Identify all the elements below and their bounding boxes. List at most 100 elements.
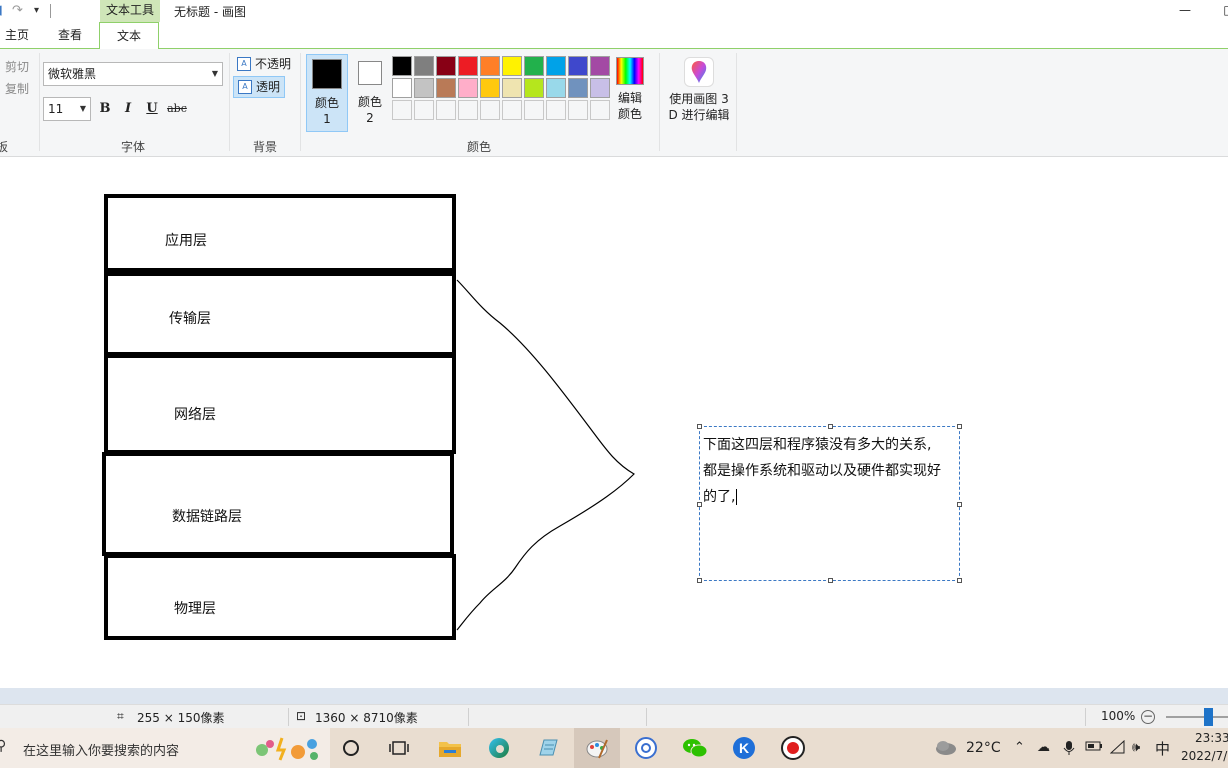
transparent-option[interactable]: A 透明 (233, 76, 286, 98)
resize-handle[interactable] (697, 502, 702, 507)
color-swatch[interactable] (590, 100, 610, 120)
resize-handle[interactable] (957, 502, 962, 507)
weather-icon[interactable] (934, 738, 958, 760)
color-swatch[interactable] (590, 56, 610, 76)
onedrive-icon[interactable]: ☁ (1037, 740, 1050, 755)
color-swatch[interactable] (546, 56, 566, 76)
battery-icon[interactable] (1085, 740, 1103, 756)
maximize-button[interactable]: □ (1214, 0, 1228, 22)
strikethrough-button[interactable]: abc (166, 99, 188, 119)
resize-handle[interactable] (697, 578, 702, 583)
weather-temperature[interactable]: 22°C (966, 740, 1001, 756)
resize-handle[interactable] (828, 424, 833, 429)
color-swatch[interactable] (568, 100, 588, 120)
edge-browser-icon[interactable] (486, 736, 512, 760)
color-swatch[interactable] (568, 56, 588, 76)
text-line: 下面这四层和程序猿没有多大的关系, (703, 437, 932, 453)
color-swatch[interactable] (458, 78, 478, 98)
font-family-dropdown[interactable]: 微软雅黑 ▼ (43, 62, 223, 86)
ime-indicator[interactable]: 中 (1155, 738, 1170, 759)
zoom-slider-thumb[interactable] (1204, 708, 1213, 726)
edit-colors-button[interactable]: 编辑颜色 (616, 57, 646, 122)
color-swatch[interactable] (458, 100, 478, 120)
color-swatch[interactable] (590, 78, 610, 98)
resize-handle[interactable] (957, 424, 962, 429)
color-swatch[interactable] (414, 100, 434, 120)
color-swatch[interactable] (414, 78, 434, 98)
color-swatch[interactable] (480, 78, 500, 98)
zoom-out-button[interactable]: − (1141, 710, 1155, 724)
color-swatch[interactable] (524, 100, 544, 120)
chevron-up-icon[interactable]: ⌃ (1014, 740, 1025, 755)
text-input-box[interactable]: 下面这四层和程序猿没有多大的关系, 都是操作系统和驱动以及硬件都实现好 的了, (697, 424, 962, 583)
status-divider (1085, 708, 1086, 726)
color-swatch[interactable] (502, 100, 522, 120)
colors-group-label: 颜色 (467, 140, 492, 154)
opaque-label: 不透明 (255, 57, 292, 71)
file-explorer-icon[interactable] (437, 736, 463, 760)
status-bar: ⌗ 255 × 150像素 ⊡ 1360 × 8710像素 100% − (0, 704, 1228, 728)
edit-colors-label: 编辑颜色 (617, 91, 642, 121)
color1-button[interactable]: 颜色 1 (306, 54, 348, 132)
cortana-icon[interactable] (338, 736, 364, 760)
color-swatch[interactable] (436, 100, 456, 120)
copy-button[interactable]: 复制 (5, 80, 29, 97)
k-app-icon[interactable]: K (731, 736, 757, 760)
resize-handle[interactable] (697, 424, 702, 429)
color-swatch[interactable] (546, 78, 566, 98)
color-swatch[interactable] (392, 100, 412, 120)
taskbar-search-box[interactable]: ⚲ 在这里输入你要搜索的内容 (0, 728, 330, 768)
microphone-icon[interactable] (1063, 740, 1075, 760)
freehand-bracket-stroke (456, 279, 635, 631)
color-swatch[interactable] (524, 56, 544, 76)
color2-label: 颜色 2 (358, 95, 383, 125)
edit-with-paint3d-button[interactable]: 使用画图 3 D 进行编辑 (664, 57, 734, 123)
color-swatch[interactable] (436, 56, 456, 76)
tab-home[interactable]: 主页 (5, 26, 29, 43)
redo-icon[interactable]: ↷ (12, 3, 23, 18)
font-group-label: 字体 (121, 140, 146, 154)
wifi-icon[interactable] (1109, 739, 1126, 758)
drawing-canvas[interactable]: 应用层 传输层 网络层 数据链路层 物理层 (0, 158, 1228, 688)
resize-handle[interactable] (957, 578, 962, 583)
background-group-label: 背景 (253, 140, 278, 154)
color-swatch[interactable] (458, 56, 478, 76)
screen-recorder-icon[interactable] (780, 736, 806, 760)
customize-quick-access-icon[interactable]: ▾ (34, 5, 39, 16)
paint-app-icon[interactable] (584, 736, 610, 760)
font-size-dropdown[interactable]: 11 ▼ (43, 97, 91, 121)
save-quick-icon[interactable]: ◖ (0, 3, 3, 18)
color-swatch[interactable] (480, 56, 500, 76)
color-swatch[interactable] (392, 78, 412, 98)
clock-time[interactable]: 23:33 (1195, 731, 1228, 745)
color-swatch[interactable] (502, 56, 522, 76)
tab-view[interactable]: 查看 (58, 26, 82, 43)
browser-app-icon[interactable] (633, 736, 659, 760)
task-view-icon[interactable] (386, 736, 412, 760)
text-line: 都是操作系统和驱动以及硬件都实现好 (703, 463, 941, 479)
color-swatch[interactable] (392, 56, 412, 76)
color-swatch[interactable] (502, 78, 522, 98)
zoom-slider-track[interactable] (1166, 716, 1228, 718)
color-swatch[interactable] (436, 78, 456, 98)
wechat-icon[interactable] (682, 736, 708, 760)
clock-date[interactable]: 2022/7/ (1181, 749, 1227, 763)
color2-button[interactable]: 颜色 2 (349, 54, 391, 132)
opaque-option[interactable]: A 不透明 (233, 53, 295, 75)
color-swatch[interactable] (414, 56, 434, 76)
cut-button[interactable]: 剪切 (5, 58, 29, 75)
italic-button[interactable]: I (119, 99, 137, 119)
underline-button[interactable]: U (143, 99, 161, 119)
tab-text[interactable]: 文本 (99, 22, 159, 50)
notes-app-icon[interactable] (535, 736, 561, 760)
volume-icon[interactable]: 🕪 (1132, 740, 1140, 755)
color1-label: 颜色 1 (315, 96, 340, 126)
color-swatch[interactable] (546, 100, 566, 120)
color-swatch[interactable] (480, 100, 500, 120)
color-swatch[interactable] (524, 78, 544, 98)
text-line: 的了, (703, 489, 736, 505)
resize-handle[interactable] (828, 578, 833, 583)
bold-button[interactable]: B (96, 99, 114, 119)
minimize-button[interactable]: — (1170, 0, 1200, 22)
color-swatch[interactable] (568, 78, 588, 98)
